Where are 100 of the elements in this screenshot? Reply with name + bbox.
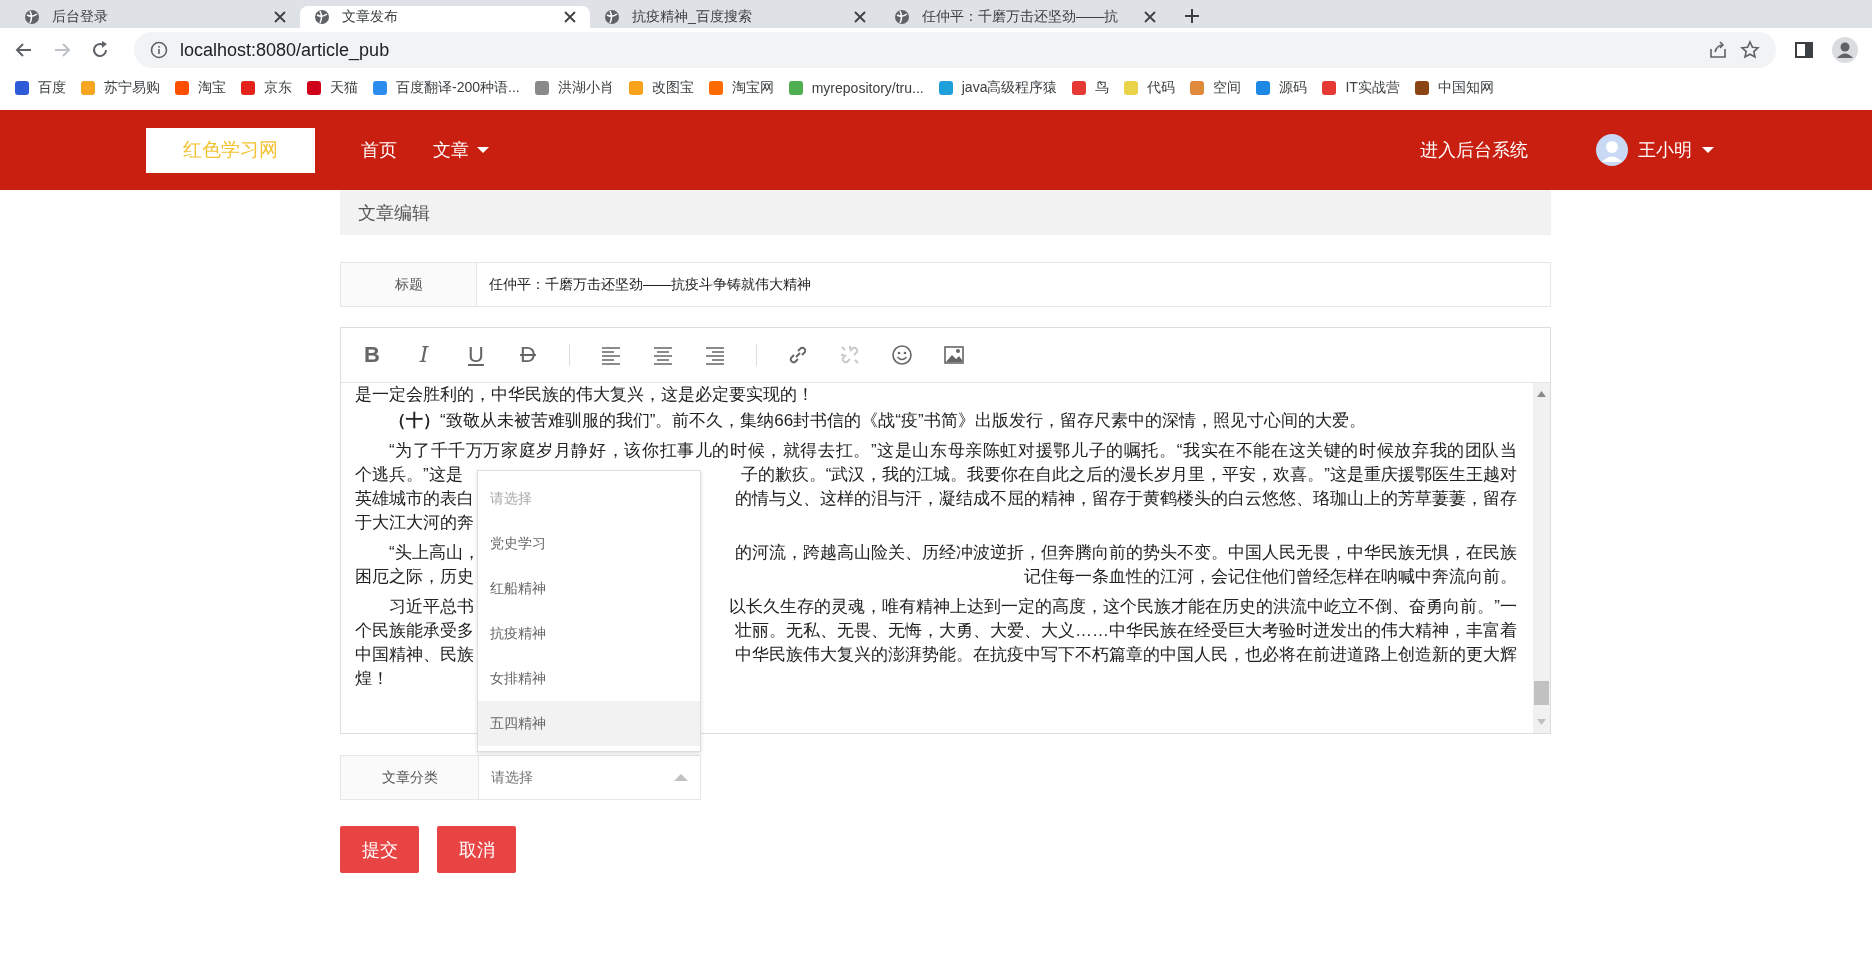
caret-icon [1702,147,1714,153]
paragraph-text: 个民族能承受多 [355,620,474,642]
bookmark-icon [787,80,804,96]
bookmark[interactable]: 鸟 [1071,79,1110,97]
bookmark-icon [1255,80,1272,96]
bookmark[interactable]: 苏宁易购 [80,79,160,97]
bookmark-icon [533,80,550,96]
dropdown-option[interactable]: 红船精神 [478,566,700,611]
bookmark-icon [1123,80,1140,96]
bookmark[interactable]: 中国知网 [1413,79,1494,97]
bookmark-icon [174,80,190,96]
bookmark-icon [1321,80,1338,96]
bookmark[interactable]: 天猫 [306,79,358,97]
paragraph-text: 是一定会胜利的，中华民族的伟大复兴，这是必定要实现的！ [355,385,814,404]
bookmark[interactable]: myrepository/tru... [787,80,924,96]
side-panel-icon[interactable] [1794,40,1814,60]
strikethrough-button[interactable]: D [517,344,539,366]
paragraph-text: 煌！ [355,669,389,688]
paragraph-text: 于大江大河的奔 [355,512,474,534]
bookmark[interactable]: 洪湖小肖 [533,79,614,97]
bookmark[interactable]: 京东 [240,79,292,97]
bookmark[interactable]: 空间 [1189,79,1242,97]
form-button[interactable]: 取消 [437,826,516,873]
paragraph-text: 记住每一条血性的江河，会记住他们曾经怎样在呐喊中奔流向前。 [1024,566,1517,588]
paragraph-text: “头上高山， [388,542,480,564]
paragraph-text: 中国精神、民族 [355,644,474,666]
nav-link[interactable]: 文章 [415,138,507,162]
dropdown-option[interactable]: 抗疫精神 [478,611,700,656]
paragraph-text: “为了千千万万家庭岁月静好，该你扛事儿的时候，就得去扛。”这是山东母亲陈虹对援鄂儿子的嘱托。“我实在不能在这关键的时候放弃我的团队当 [389,441,1517,460]
form-button[interactable]: 提交 [340,826,419,873]
bookmark-icon [1071,80,1088,96]
user-menu[interactable]: 王小明 [1578,134,1732,166]
align-right-icon[interactable] [704,344,726,366]
scrollbar-thumb[interactable] [1534,681,1549,705]
admin-link[interactable]: 进入后台系统 [1402,138,1546,162]
paragraph-text: 习近平总书 [388,596,474,618]
close-icon[interactable] [564,11,576,23]
bookmark-icon [14,80,30,96]
bookmark-icon [1189,80,1206,96]
bookmark[interactable]: 代码 [1123,79,1176,97]
field-label: 标题 [340,262,477,307]
browser-tab[interactable]: 任仲平：千磨万击还坚劲——抗 [880,6,1170,28]
bookmark-icon [937,80,954,96]
paragraph-text: 英雄城市的表白 [355,488,474,510]
bookmark-icon [627,80,644,96]
bookmark[interactable]: 源码 [1255,79,1308,97]
bookmark[interactable]: IT实战营 [1321,79,1400,97]
paragraph-text: 的河流，跨越高山险关、历经冲波逆折，但奔腾向前的势头不变。中国人民无畏，中华民族无惧，在民族 [735,542,1517,564]
globe-icon [894,9,910,25]
panel-heading: 文章编辑 [340,190,1551,235]
close-icon[interactable] [854,11,866,23]
globe-icon [24,9,40,25]
italic-button[interactable]: I [413,344,435,366]
bookmark[interactable]: java高级程序猿 [937,79,1058,97]
paragraph-text: （十）“致敬从未被苦难驯服的我们”。前不久，集纳66封书信的《战“疫”书简》出版发行，留存尺素中的深情，照见寸心间的大爱。 [389,411,1366,430]
address-field[interactable]: localhost:8080/article_pub [134,32,1776,68]
reload-icon[interactable] [90,40,110,60]
image-icon[interactable] [943,344,965,366]
link-icon[interactable] [787,344,809,366]
paragraph-text: 个逃兵。”这是 [355,464,463,486]
nav-link[interactable]: 首页 [343,138,415,162]
dropdown-option[interactable]: 党史学习 [478,521,700,566]
underline-button[interactable]: U [465,344,487,366]
globe-icon [314,9,330,25]
dropdown-option[interactable]: 女排精神 [478,656,700,701]
smiley-icon[interactable] [891,344,913,366]
bookmark-icon [80,80,96,96]
avatar-icon [1596,134,1628,166]
profile-icon[interactable] [1832,37,1858,63]
bookmark[interactable]: 百度翻译-200种语... [372,79,520,97]
new-tab-icon[interactable] [1184,8,1200,24]
dropdown-option[interactable]: 五四精神 [478,701,700,746]
star-icon[interactable] [1740,40,1760,60]
browser-tab[interactable]: 后台登录 [10,6,300,28]
bookmark-icon [240,80,256,96]
bookmark-icon [1413,80,1430,96]
paragraph-text: 的情与义、这样的泪与汗，凝结成不屈的精神，留存于黄鹤楼头的白云悠悠、珞珈山上的芳草萋萋，留存 [735,488,1517,510]
close-icon[interactable] [1144,11,1156,23]
share-icon[interactable] [1708,40,1728,60]
bookmark-icon [372,80,388,96]
paragraph-text: 壮丽。无私、无畏、无悔，大勇、大爱、大义……中华民族在经受巨大考验时迸发出的伟大精神，丰富着 [735,620,1517,642]
bold-button[interactable]: B [361,344,383,366]
scrollbar[interactable] [1533,383,1550,733]
bookmark[interactable]: 淘宝 [174,79,226,97]
paragraph-text: 子的歉疚。“武汉，我的江城。我要你在自此之后的漫长岁月里，平安，欢喜。”这是重庆援鄂医生王越对 [740,464,1517,486]
bookmark[interactable]: 改图宝 [627,79,694,97]
scroll-up-icon[interactable] [1537,391,1546,397]
close-icon[interactable] [274,11,286,23]
paragraph-text: 以长久生存的灵魂，唯有精神上达到一定的高度，这个民族才能在历史的洪流中屹立不倒、奋勇向前。”一 [729,596,1517,618]
title-field[interactable]: 任仲平：千磨万击还坚劲——抗疫斗争铸就伟大精神 [477,262,1551,307]
browser-tab[interactable]: 文章发布 [300,6,590,28]
align-left-icon[interactable] [600,344,622,366]
info-icon [150,41,168,59]
globe-icon [604,9,620,25]
bookmark[interactable]: 淘宝网 [707,79,774,97]
browser-tab[interactable]: 抗疫精神_百度搜索 [590,6,880,28]
paragraph-text: 困厄之际，历史 [355,566,474,588]
align-center-icon[interactable] [652,344,674,366]
bookmark-icon [707,80,724,96]
bookmark[interactable]: 百度 [14,79,66,97]
